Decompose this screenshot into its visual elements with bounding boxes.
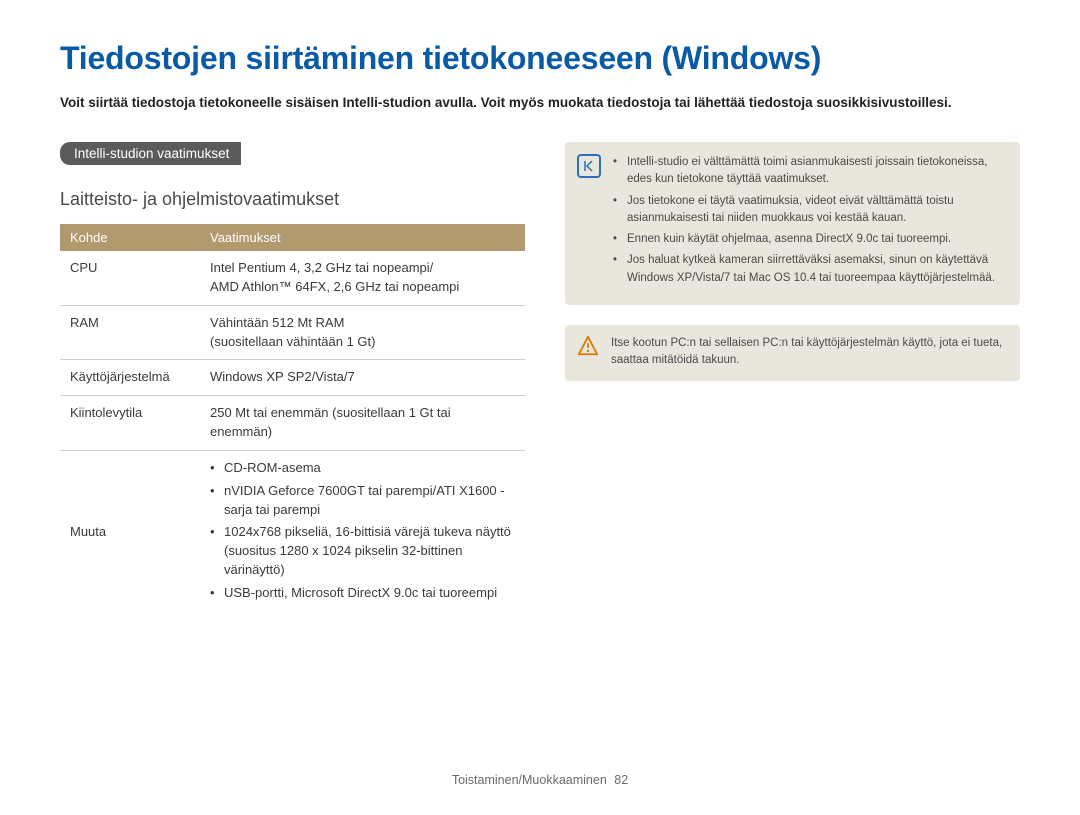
section-pill: Intelli-studion vaatimukset	[60, 142, 241, 165]
list-item: Jos haluat kytkeä kameran siirrettäväksi…	[613, 252, 1006, 287]
list-item: nVIDIA Geforce 7600GT tai parempi/ATI X1…	[210, 482, 515, 520]
cell-key: RAM	[60, 305, 200, 360]
cell-val: Intel Pentium 4, 3,2 GHz tai nopeampi/ A…	[200, 251, 525, 305]
table-row: Kiintolevytila 250 Mt tai enemmän (suosi…	[60, 396, 525, 451]
cell-key: CPU	[60, 251, 200, 305]
list-item: Ennen kuin käytät ohjelmaa, asenna Direc…	[613, 231, 1006, 248]
muuta-list: CD-ROM-asema nVIDIA Geforce 7600GT tai p…	[210, 459, 515, 603]
page-root: Tiedostojen siirtäminen tietokoneeseen (…	[0, 0, 1080, 815]
page-number: 82	[614, 773, 628, 787]
cell-key: Kiintolevytila	[60, 396, 200, 451]
table-row: Käyttöjärjestelmä Windows XP SP2/Vista/7	[60, 360, 525, 396]
left-column: Intelli-studion vaatimukset Laitteisto- …	[60, 142, 525, 615]
warning-icon	[577, 335, 599, 357]
cell-val: Vähintään 512 Mt RAM (suositellaan vähin…	[200, 305, 525, 360]
list-item: CD-ROM-asema	[210, 459, 515, 478]
content-columns: Intelli-studion vaatimukset Laitteisto- …	[60, 142, 1020, 615]
list-item: USB-portti, Microsoft DirectX 9.0c tai t…	[210, 584, 515, 603]
warning-box: Itse kootun PC:n tai sellaisen PC:n tai …	[565, 325, 1020, 382]
note-box: Intelli-studio ei välttämättä toimi asia…	[565, 142, 1020, 305]
table-row: CPU Intel Pentium 4, 3,2 GHz tai nopeamp…	[60, 251, 525, 305]
cell-val: Windows XP SP2/Vista/7	[200, 360, 525, 396]
right-column: Intelli-studio ei välttämättä toimi asia…	[565, 142, 1020, 615]
footer-section: Toistaminen/Muokkaaminen	[452, 773, 607, 787]
intro-text: Voit siirtää tiedostoja tietokoneelle si…	[60, 95, 1020, 110]
list-item: Jos tietokone ei täytä vaatimuksia, vide…	[613, 193, 1006, 228]
cell-val: CD-ROM-asema nVIDIA Geforce 7600GT tai p…	[200, 450, 525, 614]
th-vaatimukset: Vaatimukset	[200, 224, 525, 251]
note-list: Intelli-studio ei välttämättä toimi asia…	[613, 154, 1006, 291]
cell-val: 250 Mt tai enemmän (suositellaan 1 Gt ta…	[200, 396, 525, 451]
table-row: Muuta CD-ROM-asema nVIDIA Geforce 7600GT…	[60, 450, 525, 614]
note-icon	[577, 154, 601, 178]
cell-key: Käyttöjärjestelmä	[60, 360, 200, 396]
warning-text: Itse kootun PC:n tai sellaisen PC:n tai …	[611, 335, 1006, 370]
footer: Toistaminen/Muokkaaminen 82	[0, 773, 1080, 787]
table-row: RAM Vähintään 512 Mt RAM (suositellaan v…	[60, 305, 525, 360]
th-kohde: Kohde	[60, 224, 200, 251]
page-title: Tiedostojen siirtäminen tietokoneeseen (…	[60, 40, 1020, 77]
list-item: 1024x768 pikseliä, 16-bittisiä värejä tu…	[210, 523, 515, 580]
list-item: Intelli-studio ei välttämättä toimi asia…	[613, 154, 1006, 189]
requirements-table: Kohde Vaatimukset CPU Intel Pentium 4, 3…	[60, 224, 525, 615]
cell-key: Muuta	[60, 450, 200, 614]
subtitle: Laitteisto- ja ohjelmistovaatimukset	[60, 189, 525, 210]
